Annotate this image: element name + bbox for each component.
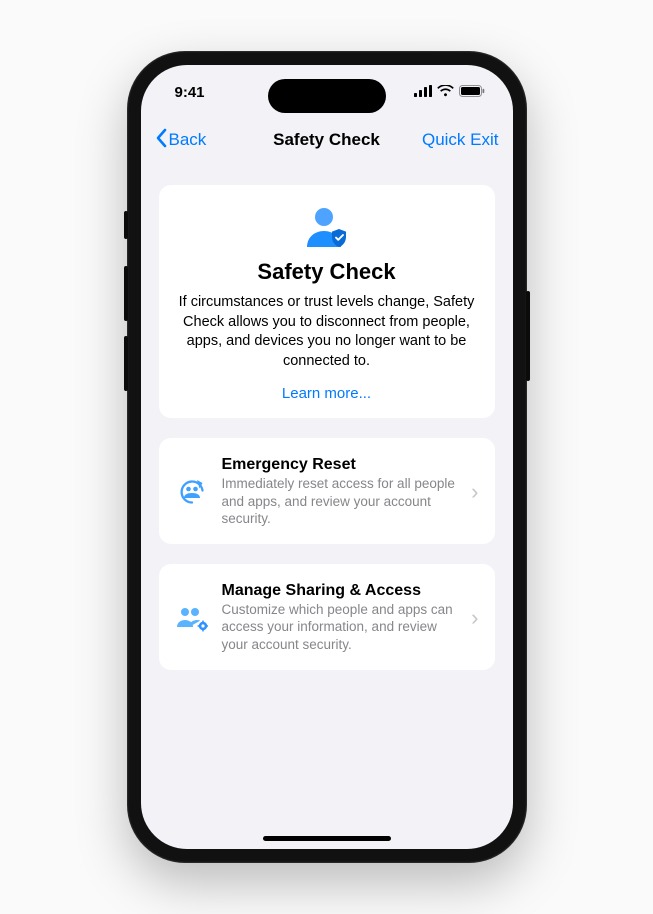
row-title: Manage Sharing & Access	[222, 582, 459, 600]
back-label: Back	[169, 130, 207, 150]
phone-frame: 9:41	[127, 51, 527, 863]
row-description: Immediately reset access for all people …	[222, 475, 459, 528]
cellular-icon	[414, 84, 432, 101]
wifi-icon	[437, 84, 454, 101]
volume-down-button	[124, 336, 128, 391]
volume-up-button	[124, 266, 128, 321]
learn-more-link[interactable]: Learn more...	[177, 385, 477, 402]
screen: 9:41	[141, 65, 513, 849]
chevron-right-icon: ›	[471, 479, 478, 505]
emergency-reset-row[interactable]: Emergency Reset Immediately reset access…	[159, 438, 495, 544]
people-gear-icon	[175, 604, 209, 632]
status-time: 9:41	[175, 84, 205, 101]
quick-exit-button[interactable]: Quick Exit	[422, 130, 499, 150]
content: Safety Check If circumstances or trust l…	[141, 161, 513, 849]
back-button[interactable]: Back	[155, 128, 207, 153]
emergency-reset-icon	[175, 477, 209, 507]
battery-icon	[459, 84, 485, 101]
intro-description: If circumstances or trust levels change,…	[177, 293, 477, 371]
power-button	[526, 291, 530, 381]
dynamic-island	[268, 79, 386, 113]
intro-title: Safety Check	[177, 259, 477, 285]
nav-bar: Back Safety Check Quick Exit	[141, 119, 513, 161]
row-description: Customize which people and apps can acce…	[222, 601, 459, 654]
chevron-right-icon: ›	[471, 605, 478, 631]
manage-sharing-row[interactable]: Manage Sharing & Access Customize which …	[159, 564, 495, 670]
nav-title: Safety Check	[273, 130, 380, 150]
chevron-left-icon	[155, 128, 167, 153]
row-title: Emergency Reset	[222, 456, 459, 474]
mute-switch	[124, 211, 128, 239]
home-indicator[interactable]	[263, 836, 391, 841]
status-icons	[414, 84, 485, 101]
intro-card: Safety Check If circumstances or trust l…	[159, 185, 495, 418]
person-shield-icon	[177, 205, 477, 251]
